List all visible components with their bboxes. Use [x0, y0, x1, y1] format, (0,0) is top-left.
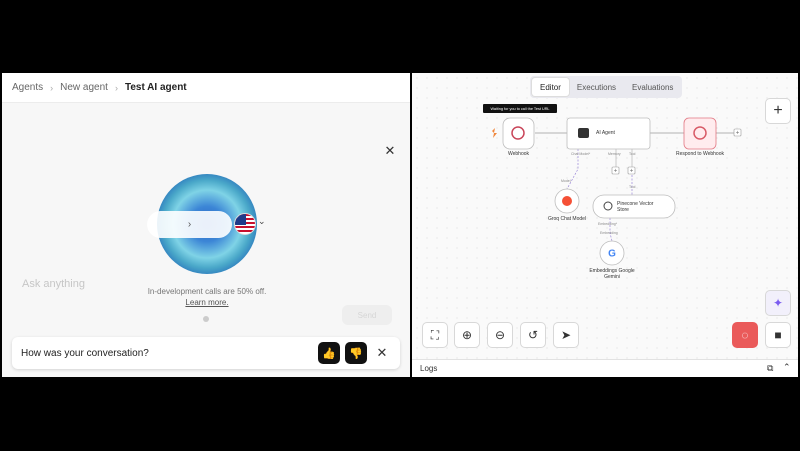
memory-port: Memory [608, 152, 621, 156]
breadcrumb-new-agent[interactable]: New agent [60, 82, 108, 93]
pinecone-label-line2: Store [617, 207, 629, 213]
tool-input-port: Tool [629, 185, 636, 189]
groq-icon [562, 196, 572, 206]
chevron-up-icon[interactable]: ⌃ [783, 362, 791, 373]
embeddings-label-line2: Gemini [604, 274, 620, 280]
logs-panel[interactable]: Logs ⧉ ⌃ [412, 359, 798, 377]
run-workflow-button[interactable]: ◌ [732, 322, 758, 348]
respond-label: Respond to Webhook [676, 151, 724, 157]
stop-button[interactable]: ■ [765, 322, 791, 348]
learn-more-link[interactable]: Learn more. [122, 297, 292, 308]
svg-text:+: + [614, 169, 618, 175]
ai-agent-label: AI Agent [596, 130, 615, 136]
breadcrumb-separator-icon: › [114, 82, 118, 93]
embedding-port: Embedding* [598, 222, 618, 226]
breadcrumb: Agents › New agent › Test AI agent [2, 73, 410, 103]
expand-logs-icon[interactable]: ⧉ [767, 363, 773, 374]
pointer-icon[interactable]: ➤ [553, 322, 579, 348]
discount-text: In-development calls are 50% off. [147, 287, 267, 296]
robot-icon [578, 128, 589, 138]
trigger-bolt-icon [492, 128, 497, 138]
pinecone-label: Pinecone Vector Store [617, 201, 653, 213]
close-chat-button[interactable]: ✕ [381, 142, 399, 160]
embedding-input-port: Embedding [600, 231, 618, 235]
workflow-editor: Editor Executions Evaluations Waiting fo… [412, 73, 798, 377]
tool-port: Tool [629, 152, 636, 156]
embeddings-label: Embeddings Google Gemini [582, 268, 642, 280]
feedback-bar: How was your conversation? 👍 👎 ✕ [12, 337, 400, 369]
svg-text:+: + [630, 169, 634, 175]
thumbs-down-icon[interactable]: 👎 [345, 342, 367, 364]
breadcrumb-current: Test AI agent [124, 82, 187, 93]
respond-node [683, 117, 717, 150]
webhook-label: Webhook [507, 151, 530, 157]
us-flag-icon[interactable] [234, 213, 256, 235]
webhook-node [502, 117, 535, 150]
undo-icon[interactable]: ↺ [520, 322, 546, 348]
agent-chat-panel: Agents › New agent › Test AI agent ✕ › ⌄… [2, 73, 410, 377]
fit-view-icon[interactable]: ⛶ [422, 322, 448, 348]
zoom-out-icon[interactable]: ⊖ [487, 322, 513, 348]
ai-assistant-icon[interactable]: ✦ [765, 290, 791, 316]
send-button[interactable]: Send [342, 305, 392, 325]
voice-toggle-pill[interactable]: › [147, 211, 232, 238]
chevron-down-icon[interactable]: ⌄ [258, 216, 266, 227]
add-node-button[interactable]: + [765, 98, 791, 124]
logs-label: Logs [420, 364, 438, 373]
chat-model-port: Chat Model* [571, 152, 591, 156]
discount-notice: In-development calls are 50% off. Learn … [122, 286, 292, 308]
feedback-prompt: How was your conversation? [21, 347, 149, 359]
breadcrumb-separator-icon: › [50, 82, 54, 93]
thumbs-up-icon[interactable]: 👍 [318, 342, 340, 364]
svg-text:+: + [736, 131, 740, 137]
status-dot [203, 316, 209, 322]
screen: Agents › New agent › Test AI agent ✕ › ⌄… [0, 0, 800, 451]
google-icon: G [608, 249, 616, 260]
close-feedback-button[interactable]: ✕ [373, 344, 391, 362]
zoom-in-icon[interactable]: ⊕ [454, 322, 480, 348]
breadcrumb-agents[interactable]: Agents [12, 82, 43, 93]
model-port: Model [561, 179, 571, 183]
chevron-right-icon: › [187, 219, 192, 230]
groq-label: Groq Chat Model [547, 216, 587, 222]
